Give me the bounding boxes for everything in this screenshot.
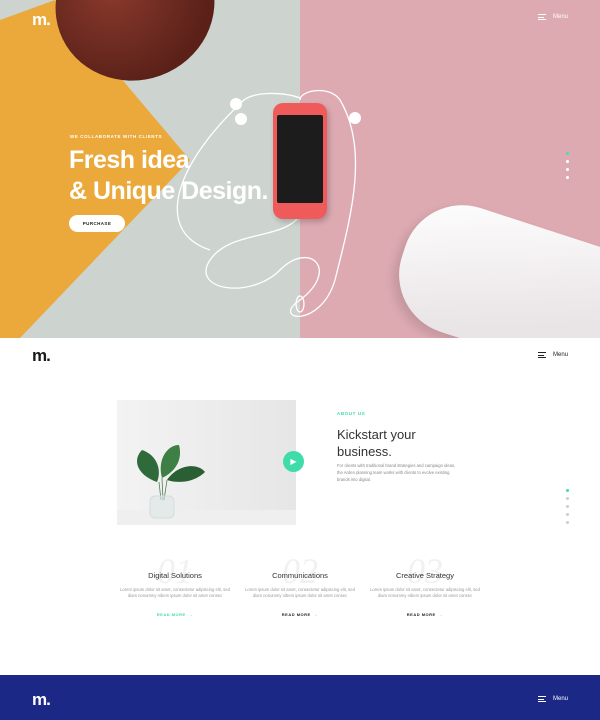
- feature-text: Lorem ipsum dolor sit amet, consectetur …: [120, 587, 230, 598]
- purchase-button[interactable]: PURCHASE: [69, 215, 125, 232]
- site-logo[interactable]: m.: [32, 10, 51, 30]
- slider-dot-5[interactable]: [566, 521, 569, 524]
- play-button[interactable]: ▶: [283, 451, 304, 472]
- plant-image: [137, 445, 205, 519]
- read-more-link[interactable]: READ MORE →: [240, 612, 360, 617]
- menu-label: Menu: [552, 696, 568, 702]
- menu-button[interactable]: Menu: [537, 14, 568, 20]
- feature-text: Lorem ipsum dolor sit amet, consectetur …: [245, 587, 355, 598]
- site-logo[interactable]: m.: [32, 690, 51, 710]
- slider-dot-3[interactable]: [566, 168, 569, 171]
- play-icon: ▶: [290, 457, 297, 466]
- about-section: m. Menu ▶ ABOUT US Kickstart your busine…: [0, 338, 600, 675]
- about-slider-dots: [566, 489, 569, 524]
- feature-title: Communications: [272, 571, 328, 580]
- hero-slider-dots: [566, 152, 569, 179]
- slider-dot-2[interactable]: [566, 160, 569, 163]
- about-heading: Kickstart your business.: [337, 427, 416, 459]
- about-eyebrow: ABOUT US: [337, 411, 366, 416]
- hero-section: m. Menu WE COLLABORATE WITH CLIENTS Fres…: [0, 0, 600, 338]
- feature-text: Lorem ipsum dolor sit amet, consectetur …: [370, 587, 480, 598]
- read-more-link[interactable]: READ MORE →: [365, 612, 485, 617]
- menu-label: Menu: [552, 352, 568, 358]
- arrow-right-icon: →: [438, 612, 444, 617]
- menu-button[interactable]: Menu: [537, 696, 568, 702]
- slider-dot-4[interactable]: [566, 513, 569, 516]
- feature-title: Digital Solutions: [148, 571, 202, 580]
- slider-dot-1[interactable]: [566, 152, 569, 155]
- arrow-right-icon: →: [313, 612, 319, 617]
- hero-title-line-2: & Unique Design.: [69, 177, 268, 205]
- slider-dot-1[interactable]: [566, 489, 569, 492]
- plant-video-thumbnail[interactable]: [117, 400, 296, 525]
- phone-image: [273, 103, 327, 219]
- hamburger-icon: [537, 14, 546, 20]
- about-description: For clients with traditional brand strat…: [337, 463, 456, 482]
- feature-card: 02 Communications Lorem ipsum dolor sit …: [240, 553, 360, 617]
- hero-kicker: WE COLLABORATE WITH CLIENTS: [70, 134, 163, 139]
- slider-dot-3[interactable]: [566, 505, 569, 508]
- menu-label: Menu: [552, 14, 568, 20]
- hamburger-icon: [537, 696, 546, 702]
- arrow-right-icon: →: [188, 612, 194, 617]
- feature-card: 01 Digital Solutions Lorem ipsum dolor s…: [115, 553, 235, 617]
- hero-title-line-1: Fresh idea: [69, 146, 190, 174]
- hero-title: Fresh idea & Unique Design.: [69, 145, 268, 207]
- slider-dot-4[interactable]: [566, 176, 569, 179]
- slider-dot-2[interactable]: [566, 497, 569, 500]
- navy-header-section: m. Menu: [0, 675, 600, 720]
- site-logo[interactable]: m.: [32, 346, 51, 366]
- menu-button[interactable]: Menu: [537, 352, 568, 358]
- read-more-link[interactable]: READ MORE →: [115, 612, 235, 617]
- feature-title: Creative Strategy: [396, 571, 454, 580]
- feature-card: 03 Creative Strategy Lorem ipsum dolor s…: [365, 553, 485, 617]
- hamburger-icon: [537, 352, 546, 358]
